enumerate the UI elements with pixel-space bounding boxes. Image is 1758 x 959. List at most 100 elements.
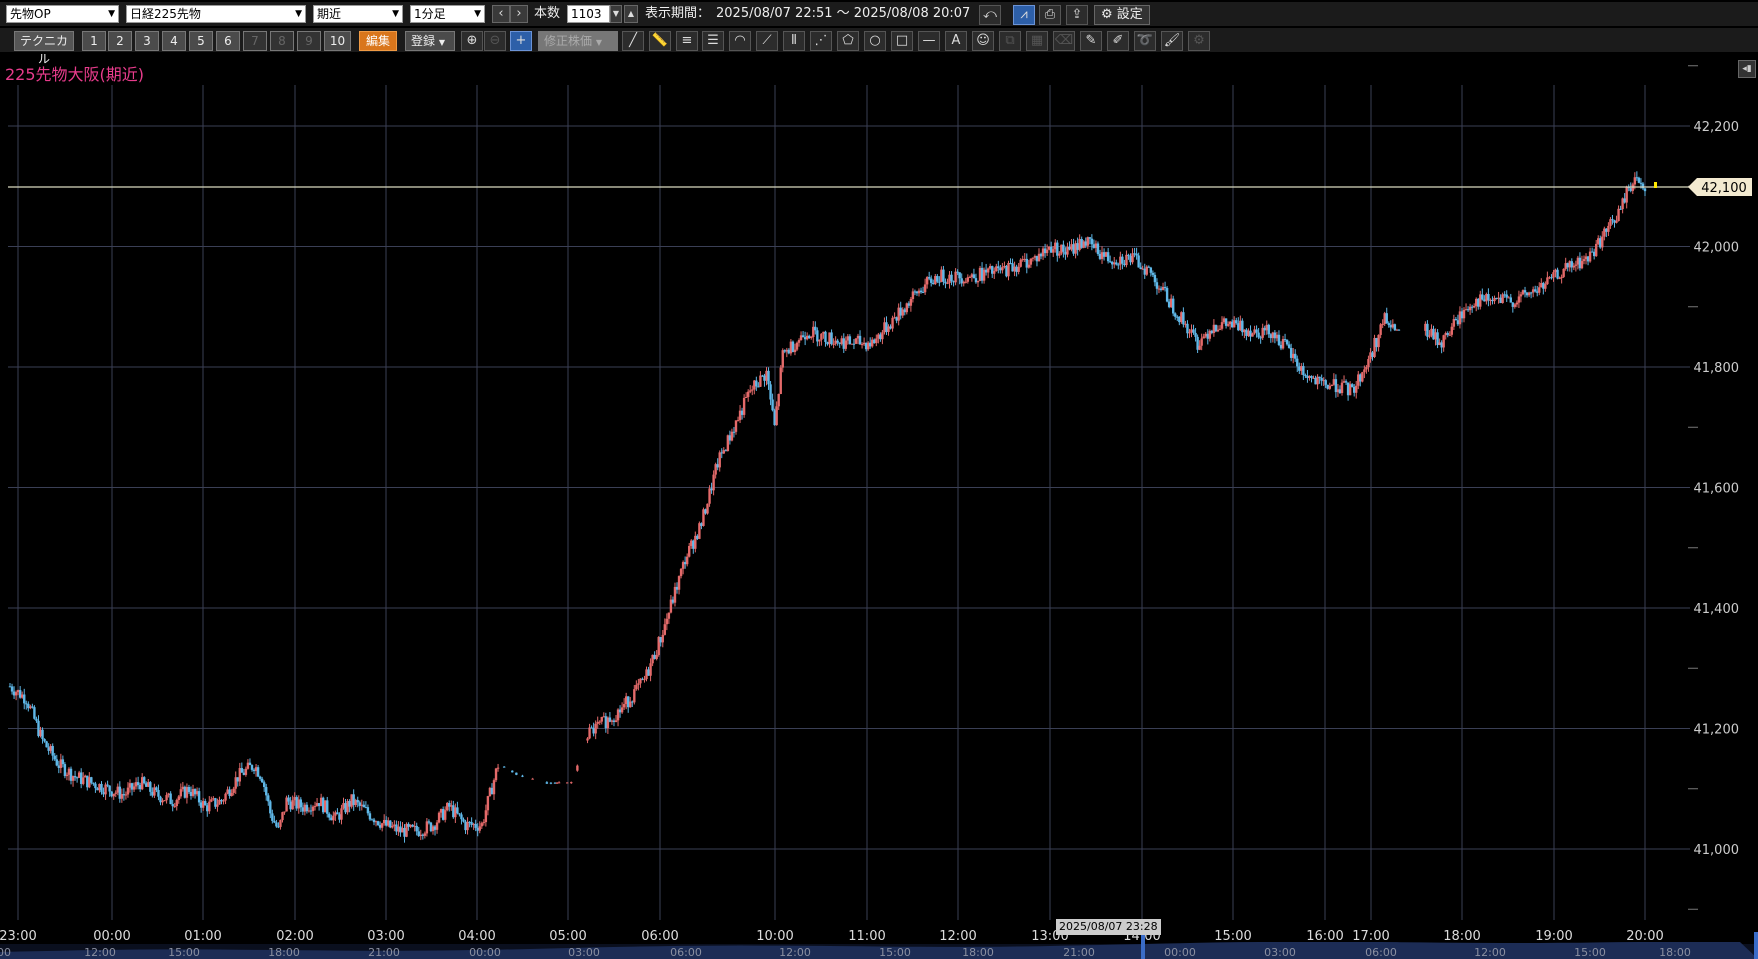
candlestick — [1056, 240, 1059, 262]
candle-body — [466, 821, 469, 831]
candlestick — [1468, 303, 1472, 315]
candle-body — [755, 380, 758, 387]
candle-body — [163, 800, 166, 802]
candle-body — [549, 782, 553, 784]
candle-body — [1235, 320, 1238, 324]
candle-body — [1582, 259, 1586, 262]
candle-body — [1385, 313, 1388, 324]
candlestick — [1505, 290, 1508, 303]
candlestick — [153, 783, 156, 799]
candle-body — [1446, 333, 1449, 335]
candle-body — [1296, 358, 1299, 367]
candle-body — [1029, 258, 1033, 265]
candle-body — [570, 782, 573, 784]
x-tick-label: 19:00 — [1535, 929, 1572, 944]
candlestick — [549, 782, 553, 785]
candle-body — [1058, 253, 1061, 256]
candlestick — [1436, 329, 1439, 349]
candlestick — [492, 778, 496, 800]
candlestick — [1385, 307, 1388, 324]
candle-body — [267, 795, 270, 802]
candle-body — [775, 406, 778, 426]
x-tick-label: 06:00 — [641, 929, 678, 944]
y-tick-label: 41,400 — [1694, 602, 1740, 617]
candlestick — [118, 781, 122, 803]
candle-body — [73, 776, 77, 778]
candle-body — [777, 393, 780, 407]
candle-body — [749, 390, 752, 392]
candle-body — [820, 333, 823, 340]
candlestick — [248, 758, 252, 766]
navigator-tick-label: 18:00 — [962, 946, 994, 959]
candle-body — [502, 766, 506, 768]
candle-body — [1533, 289, 1537, 292]
candle-body — [1625, 186, 1628, 203]
candlestick — [69, 766, 73, 785]
candle-body — [586, 738, 589, 741]
candlestick — [917, 288, 921, 297]
candle-body — [222, 800, 225, 802]
candlestick — [1161, 282, 1165, 291]
candle-body — [1472, 305, 1476, 308]
candle-body — [1115, 262, 1118, 265]
candle-body — [23, 694, 26, 704]
candle-body — [494, 768, 498, 781]
candle-body — [1255, 329, 1258, 333]
candle-body — [972, 274, 976, 279]
candle-body — [1163, 286, 1167, 289]
candle-body — [1155, 282, 1159, 289]
current-price-line: 42,100 — [8, 178, 1752, 196]
candle-body — [1147, 266, 1151, 268]
candle-body — [149, 782, 152, 792]
navigator-tick-label: 21:00 — [368, 946, 400, 959]
candle-body — [1538, 287, 1541, 293]
price-chart[interactable]: 41,000 41,200 41,400 41,600 41,800 42,000 42,2… — [0, 0, 1758, 959]
candle-body — [51, 746, 54, 756]
candle-body — [1513, 304, 1517, 307]
candle-body — [594, 723, 597, 734]
candle-body — [665, 618, 669, 625]
candle-body — [1588, 251, 1592, 262]
candle-body — [1515, 302, 1519, 305]
candle-body — [1257, 332, 1260, 338]
candlestick — [1570, 258, 1573, 273]
candle-body — [340, 808, 343, 820]
candlestick — [718, 450, 721, 472]
candle-body — [1517, 296, 1521, 303]
candlestick — [1281, 335, 1285, 350]
candlestick — [557, 781, 561, 784]
candle-body — [173, 806, 176, 808]
candle-body — [976, 280, 980, 283]
candle-body — [1546, 277, 1549, 285]
navigator-tick-label: 00:00 — [469, 946, 501, 959]
candle-body — [462, 819, 465, 822]
candle-body — [1045, 249, 1049, 254]
candle-body — [248, 762, 252, 766]
candle-body — [1601, 236, 1604, 248]
candle-body — [486, 796, 490, 811]
candlestick — [159, 795, 162, 806]
y-tick-label: 41,800 — [1694, 361, 1740, 376]
navigator-tick-label: 18:00 — [268, 946, 300, 959]
candle-body — [281, 812, 284, 821]
candle-body — [746, 391, 750, 397]
candle-body — [993, 271, 996, 274]
candle-body — [1607, 225, 1610, 232]
candle-body — [986, 268, 990, 273]
candle-body — [157, 789, 160, 797]
candlestick — [954, 268, 957, 286]
candle-body — [795, 342, 799, 350]
candle-body — [1186, 323, 1189, 334]
candle-body — [458, 813, 461, 815]
x-tick-label: 00:00 — [93, 929, 130, 944]
candle-body — [132, 786, 136, 790]
candle-body — [271, 813, 274, 821]
candle-body — [61, 759, 65, 765]
candlestick — [112, 793, 115, 800]
candlestick — [677, 575, 681, 595]
candle-body — [136, 782, 140, 786]
candle-body — [936, 276, 939, 282]
candlestick — [33, 705, 36, 720]
candle-body — [275, 822, 278, 827]
candlestick — [169, 791, 172, 805]
